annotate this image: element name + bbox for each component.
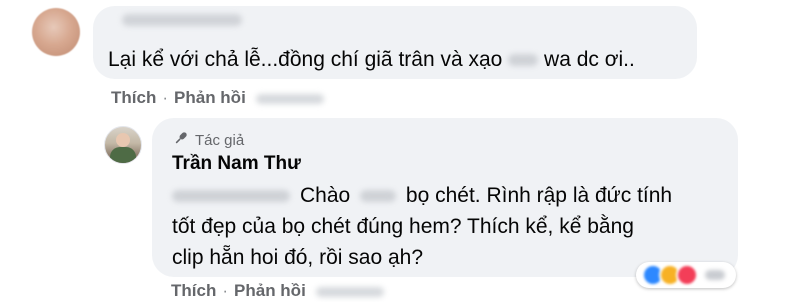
comment-text: Lại kể với chả lễ...đồng chí giã trân và… <box>108 46 635 74</box>
love-reaction-icon <box>676 264 698 286</box>
reply-line-1b: bọ chét. Rình rập là đức tính <box>405 184 673 207</box>
avatar-body <box>110 147 136 163</box>
comment-actions: Thích · Phản hồi <box>111 88 324 108</box>
reply-timestamp-redacted[interactable] <box>315 286 384 297</box>
commenter-name-redacted[interactable] <box>122 14 242 26</box>
reaction-summary[interactable] <box>636 262 736 288</box>
reply-line-3: clip hẵn hoi đó, rồi sao ạh? <box>172 246 424 269</box>
reaction-count-redacted <box>705 270 725 280</box>
reply-reply-link[interactable]: Phản hồi <box>234 281 306 300</box>
reply-like-link[interactable]: Thích <box>171 281 216 300</box>
redacted-mention[interactable] <box>172 190 290 203</box>
separator: · <box>162 88 169 107</box>
comment-text-part2: wa dc ơi.. <box>544 48 635 71</box>
author-badge: Tác giả <box>173 130 244 150</box>
microphone-icon <box>173 130 189 150</box>
avatar-face <box>116 133 130 147</box>
like-link[interactable]: Thích <box>111 88 156 107</box>
commenter-avatar[interactable] <box>32 8 80 56</box>
reply-text: Chào bọ chét. Rình rập là đức tính tốt đ… <box>172 180 672 273</box>
reply-actions: Thích · Phản hồi <box>171 281 384 301</box>
separator: · <box>222 281 229 300</box>
comment-text-part1: Lại kể với chả lễ...đồng chí giã trân và… <box>108 48 503 71</box>
reply-author-name[interactable]: Trần Nam Thư <box>172 153 301 175</box>
reply-line-2: tốt đẹp của bọ chét đúng hem? Thích kể, … <box>172 215 634 238</box>
reply-line-1a: Chào <box>300 184 351 207</box>
author-avatar[interactable] <box>104 126 142 164</box>
reply-line-1: Chào bọ chét. Rình rập là đức tính <box>172 180 672 211</box>
author-badge-label: Tác giả <box>195 131 245 149</box>
timestamp-redacted[interactable] <box>255 93 324 104</box>
redacted-word <box>508 54 539 67</box>
redacted-word <box>360 190 397 203</box>
reply-link[interactable]: Phản hồi <box>174 88 246 107</box>
